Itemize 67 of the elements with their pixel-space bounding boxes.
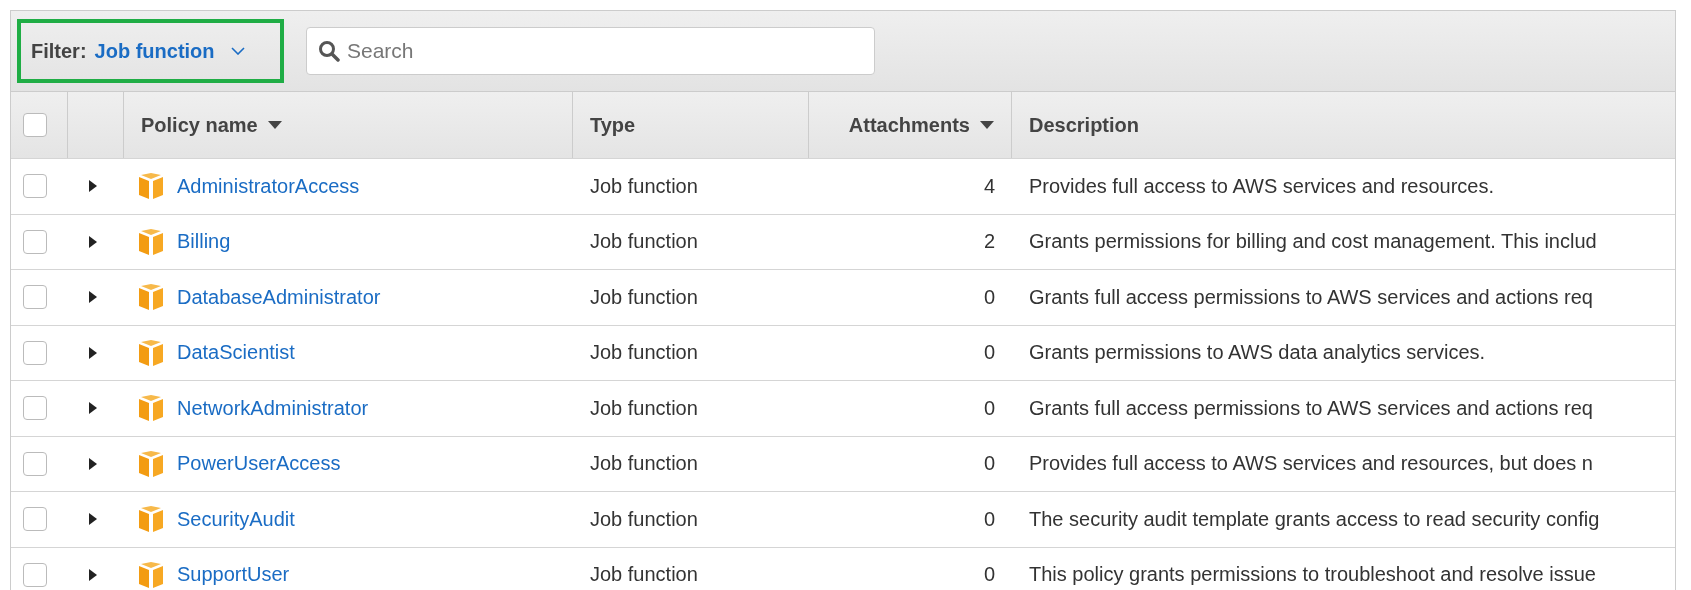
table-cell: Provides full access to AWS services and resources. xyxy=(1029,174,1494,198)
chevron-down-icon xyxy=(230,47,245,55)
table-cell: Job function xyxy=(590,174,698,198)
cube-icon xyxy=(139,561,163,588)
expand-caret-icon[interactable] xyxy=(88,291,98,304)
table-cell: Grants full access permissions to AWS services and actions req xyxy=(1029,285,1593,309)
filter-dropdown[interactable]: Filter: Job function xyxy=(17,19,284,83)
column-header[interactable]: Description xyxy=(1029,113,1140,137)
table-cell: 0 xyxy=(983,452,995,476)
search-icon xyxy=(318,40,340,62)
column-header[interactable]: Type xyxy=(590,113,636,137)
sort-caret-icon[interactable] xyxy=(980,121,994,129)
cube-icon xyxy=(139,228,163,255)
table-cell: 4 xyxy=(983,174,995,198)
policy-name-link[interactable]: DataScientist xyxy=(177,341,295,365)
row-checkbox[interactable] xyxy=(23,229,47,254)
row-checkbox[interactable] xyxy=(23,340,47,365)
table-cell: Grants permissions for billing and cost management. This includ xyxy=(1029,230,1597,254)
table-cell: 0 xyxy=(983,396,995,420)
policy-name-link[interactable]: Billing xyxy=(177,230,231,254)
policy-name-link[interactable]: SecurityAudit xyxy=(177,507,295,531)
expand-caret-icon[interactable] xyxy=(88,513,98,526)
cube-icon xyxy=(139,173,163,200)
table-cell: Job function xyxy=(590,507,698,531)
expand-caret-icon[interactable] xyxy=(88,568,98,581)
column-header[interactable]: Attachments xyxy=(848,113,994,137)
row-checkbox[interactable] xyxy=(23,507,47,532)
row-checkbox[interactable] xyxy=(23,396,47,421)
table-cell: Job function xyxy=(590,563,698,587)
expand-caret-icon[interactable] xyxy=(88,457,98,470)
policy-name-link[interactable]: DatabaseAdministrator xyxy=(177,285,381,309)
table-cell: Job function xyxy=(590,452,698,476)
table-cell: 0 xyxy=(983,563,995,587)
table-cell: This policy grants permissions to troubleshoot and resolve issue xyxy=(1029,563,1596,587)
column-header[interactable]: Policy name xyxy=(141,113,282,137)
table-cell: Job function xyxy=(590,285,698,309)
policy-name-link[interactable]: PowerUserAccess xyxy=(177,452,341,476)
table-cell: Job function xyxy=(590,230,698,254)
select-all-checkbox[interactable] xyxy=(23,113,47,137)
cube-icon xyxy=(139,506,163,533)
row-checkbox[interactable] xyxy=(23,451,47,476)
table-cell: Job function xyxy=(590,341,698,365)
row-checkbox[interactable] xyxy=(23,174,47,199)
row-checkbox[interactable] xyxy=(23,285,47,310)
table-cell: 0 xyxy=(983,285,995,309)
table-cell: 2 xyxy=(983,230,995,254)
expand-caret-icon[interactable] xyxy=(88,346,98,359)
policy-name-link[interactable]: NetworkAdministrator xyxy=(177,396,369,420)
search-field[interactable]: Search xyxy=(306,27,875,75)
table-cell: 0 xyxy=(983,507,995,531)
expand-caret-icon[interactable] xyxy=(88,235,98,248)
cube-icon xyxy=(139,339,163,366)
policy-name-link[interactable]: AdministratorAccess xyxy=(177,174,360,198)
cube-icon xyxy=(139,284,163,311)
policy-name-link[interactable]: SupportUser xyxy=(177,563,290,587)
expand-caret-icon[interactable] xyxy=(88,180,98,193)
sort-caret-icon[interactable] xyxy=(267,121,282,129)
cube-icon xyxy=(139,395,163,422)
table-cell: The security audit template grants access to read security config xyxy=(1029,507,1600,531)
cube-icon xyxy=(139,450,163,477)
table-cell: Grants full access permissions to AWS services and actions req xyxy=(1029,396,1593,420)
expand-caret-icon[interactable] xyxy=(88,402,98,415)
row-checkbox[interactable] xyxy=(23,562,47,587)
table-cell: Provides full access to AWS services and resources, but does n xyxy=(1029,452,1593,476)
table-cell: Grants permissions to AWS data analytics services. xyxy=(1029,341,1486,365)
table-cell: 0 xyxy=(983,341,995,365)
table-cell: Job function xyxy=(590,396,698,420)
